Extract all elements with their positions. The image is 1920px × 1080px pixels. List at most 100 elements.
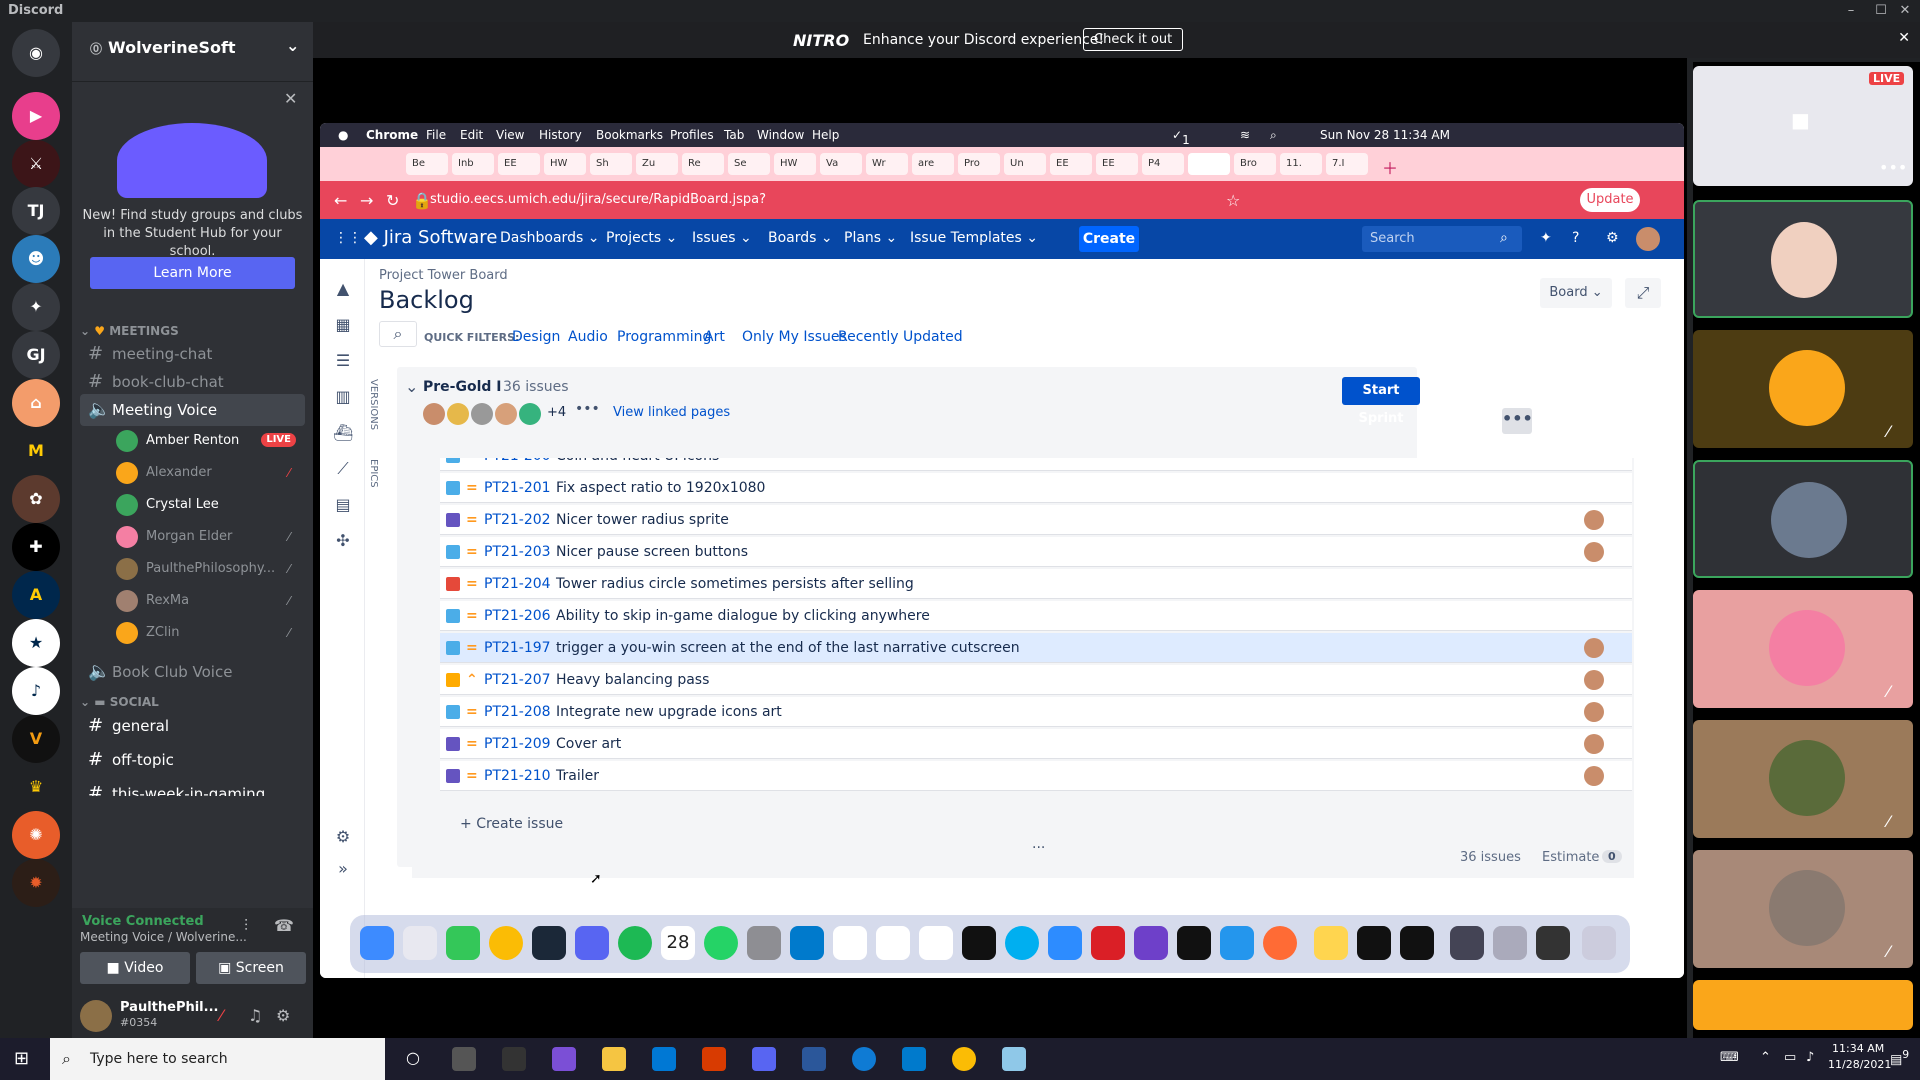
tasks-icon[interactable] <box>833 926 867 960</box>
stream-preview-tile[interactable]: LIVE ■ ••• <box>1693 66 1913 186</box>
issue-row[interactable]: = PT21-204 Tower radius circle sometimes p… <box>440 569 1632 599</box>
menu-window[interactable]: Window <box>757 128 804 142</box>
assignee-avatar[interactable] <box>1584 670 1604 690</box>
issue-summary[interactable]: Cover art <box>556 729 621 759</box>
back-icon[interactable]: ← <box>334 191 347 210</box>
issue-row[interactable]: = PT21-208 Integrate new upgrade icons art <box>440 697 1632 727</box>
board-icon[interactable]: ▥ <box>333 387 353 407</box>
store-icon[interactable] <box>502 1047 526 1071</box>
issue-summary[interactable]: Tower radius circle sometimes persists a… <box>556 569 914 599</box>
issues-icon[interactable]: ▤ <box>333 495 353 515</box>
server-icon[interactable]: ♛ <box>12 763 60 811</box>
menu-view[interactable]: View <box>496 128 524 142</box>
new-tab-icon[interactable]: ＋ <box>1382 155 1398 179</box>
menu-edit[interactable]: Edit <box>460 128 483 142</box>
slack-icon[interactable] <box>919 926 953 960</box>
reports-icon[interactable]: ⟋ <box>333 459 353 479</box>
spotify-icon[interactable] <box>618 926 652 960</box>
menu-profiles[interactable]: Profiles <box>670 128 714 142</box>
browser-tab[interactable]: HW <box>544 153 586 175</box>
server-icon[interactable]: ✦ <box>12 283 60 331</box>
file-explorer-icon[interactable] <box>602 1047 626 1071</box>
browser-tab[interactable]: Un <box>1004 153 1046 175</box>
issue-key[interactable]: PT21-208 <box>484 697 551 727</box>
disconnect-icon[interactable]: ☎ <box>274 916 294 935</box>
messages-icon[interactable] <box>446 926 480 960</box>
nav-plans[interactable]: Plans ⌄ <box>844 230 897 246</box>
folder-icon[interactable] <box>1450 926 1484 960</box>
browser-tab[interactable]: Zu <box>636 153 678 175</box>
server-icon[interactable]: ▶ <box>12 92 60 140</box>
browser-tab[interactable]: 11. <box>1280 153 1322 175</box>
server-icon[interactable]: ⚔ <box>12 140 60 188</box>
category-meetings[interactable]: ⌄ ♥ MEETINGS <box>80 324 179 338</box>
skype-icon[interactable] <box>1005 926 1039 960</box>
releases-icon[interactable]: ⛴ <box>333 423 353 443</box>
browser-tab[interactable]: P4 <box>1142 153 1184 175</box>
unity-icon[interactable] <box>1400 926 1434 960</box>
issue-key[interactable]: PT21-204 <box>484 569 551 599</box>
user-tile[interactable] <box>1693 200 1913 318</box>
issue-key[interactable]: PT21-201 <box>484 473 551 503</box>
voice-user[interactable]: ZClin ⁄ <box>112 618 302 648</box>
fullscreen-icon[interactable]: ⤢ <box>1625 278 1661 308</box>
assignee-avatar[interactable] <box>1584 734 1604 754</box>
issue-summary[interactable]: Trailer <box>556 761 599 791</box>
user-tile[interactable]: ⁄ <box>1693 330 1913 448</box>
components-icon[interactable]: ✣ <box>333 531 353 551</box>
issue-row[interactable]: ⌃ PT21-207 Heavy balancing pass <box>440 665 1632 695</box>
issue-summary[interactable]: Nicer pause screen buttons <box>556 537 748 567</box>
assignee-avatar[interactable] <box>1584 638 1604 658</box>
discord-icon[interactable] <box>575 926 609 960</box>
more-options-icon[interactable]: ••• <box>1879 158 1907 177</box>
server-icon[interactable]: V <box>12 715 60 763</box>
issue-key[interactable]: PT21-197 <box>484 633 551 663</box>
github-desktop-icon[interactable] <box>1134 926 1168 960</box>
search-icon[interactable]: ⌕ <box>1500 230 1508 246</box>
issue-row[interactable]: = PT21-210 Trailer <box>440 761 1632 791</box>
browser-tab[interactable]: Sh <box>590 153 632 175</box>
view-linked-pages-link[interactable]: View linked pages <box>613 405 730 420</box>
server-icon[interactable]: ♪ <box>12 667 60 715</box>
avatar[interactable] <box>519 403 541 425</box>
user-tile[interactable] <box>1693 980 1913 1030</box>
voice-user[interactable]: Morgan Elder ⁄ <box>112 522 302 552</box>
issue-key[interactable]: PT21-209 <box>484 729 551 759</box>
system-preferences-icon[interactable] <box>747 926 781 960</box>
issue-summary[interactable]: Heavy balancing pass <box>556 665 709 695</box>
channel-meeting-voice[interactable]: 🔈 Meeting Voice <box>80 394 305 426</box>
nav-dashboards[interactable]: Dashboards ⌄ <box>500 230 599 246</box>
cortana-icon[interactable]: ○ <box>406 1048 420 1067</box>
creative-cloud-icon[interactable] <box>1091 926 1125 960</box>
more-ellipsis[interactable]: ... <box>1032 836 1045 852</box>
menu-file[interactable]: File <box>426 128 446 142</box>
issue-row[interactable]: = PT21-202 Nicer tower radius sprite <box>440 505 1632 535</box>
menu-history[interactable]: History <box>539 128 582 142</box>
word-icon[interactable] <box>802 1047 826 1071</box>
board-dropdown[interactable]: Board ⌄ <box>1540 278 1612 308</box>
mute-icon[interactable]: ⁄ <box>220 1006 223 1025</box>
keyboard-icon[interactable]: ⌨ <box>1720 1050 1739 1065</box>
vscode-icon[interactable] <box>790 926 824 960</box>
issue-summary[interactable]: Fix aspect ratio to 1920x1080 <box>556 473 765 503</box>
network-icon[interactable]: ▭ <box>1784 1050 1796 1065</box>
server-icon[interactable]: ✚ <box>12 523 60 571</box>
server-icon[interactable]: ✹ <box>12 859 60 907</box>
settings-gear-icon[interactable]: ⚙ <box>276 1006 290 1025</box>
quick-filter-art[interactable]: Art <box>704 329 725 345</box>
menu-app-name[interactable]: Chrome <box>366 128 418 142</box>
issue-summary[interactable]: Coin and heart UI icons <box>556 458 719 471</box>
server-icon[interactable]: ✺ <box>12 811 60 859</box>
unity-hub-icon[interactable] <box>1177 926 1211 960</box>
menu-tab[interactable]: Tab <box>724 128 744 142</box>
folder-icon[interactable] <box>1493 926 1527 960</box>
browser-tab-active[interactable] <box>1188 153 1230 175</box>
office-icon[interactable] <box>702 1047 726 1071</box>
issue-row[interactable]: = PT21-203 Nicer pause screen buttons <box>440 537 1632 567</box>
assignee-avatar[interactable] <box>1584 766 1604 786</box>
task-view-icon[interactable] <box>452 1047 476 1071</box>
sprint-more-icon[interactable]: ••• <box>1502 408 1533 434</box>
notification-center-icon[interactable]: ▤9 <box>1890 1048 1909 1067</box>
create-button[interactable]: Create <box>1079 226 1139 252</box>
url-field[interactable]: studio.eecs.umich.edu/jira/secure/RapidB… <box>430 187 1210 233</box>
